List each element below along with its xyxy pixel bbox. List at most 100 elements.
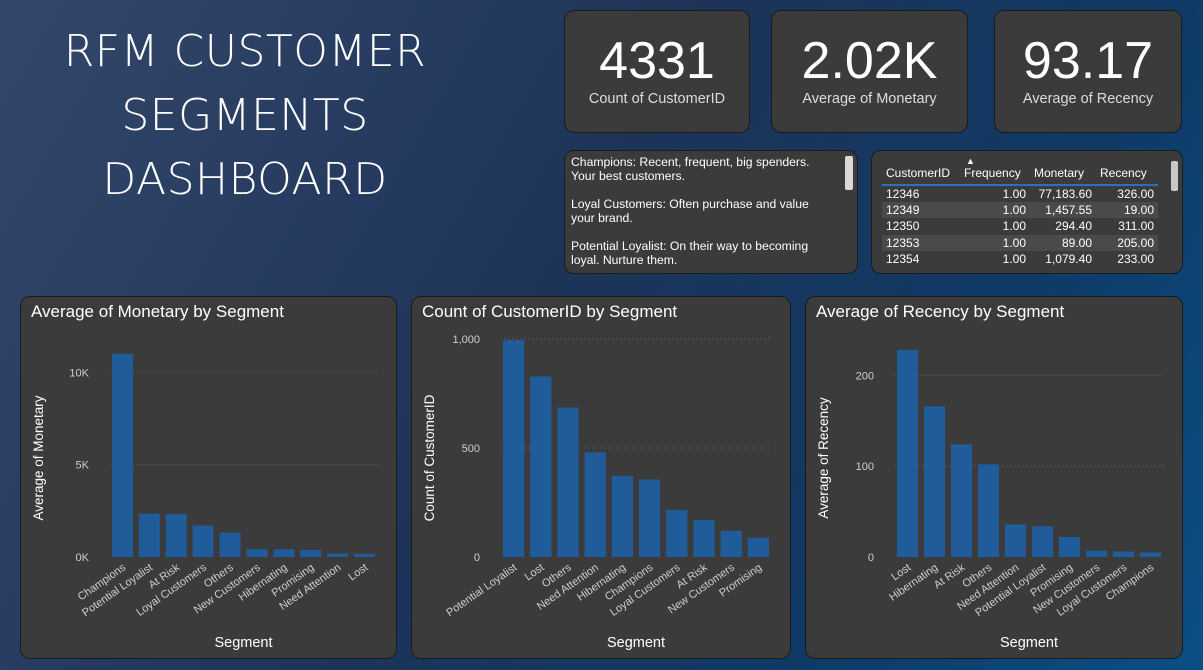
monetary-bar-chart: 0K5K10KChampionsPotential LoyalistAt Ris… [31,353,378,651]
chart-title: Count of CustomerID by Segment [422,302,678,321]
bar-promising[interactable] [1058,537,1081,557]
bar-lost[interactable] [896,349,919,557]
bar-champions[interactable] [111,353,133,557]
bar-promising[interactable] [747,537,770,557]
x-tick-label: Potential Loyalist [444,562,519,620]
cell-frequency: 1.00 [1002,252,1026,267]
chart-title: Average of Monetary by Segment [31,302,284,321]
cell-frequency: 1.00 [1002,186,1026,201]
bar-hibernating[interactable] [923,406,946,557]
bar-new-customers[interactable] [1085,550,1108,557]
bar-champions[interactable] [1139,552,1162,557]
cell-monetary: 77,183.60 [1038,186,1092,201]
column-header-monetary[interactable]: Monetary [1030,161,1096,186]
table-scrollbar[interactable] [1171,161,1178,191]
customer-table: CustomerID ▲ Frequency Monetary Recency 1… [882,156,1158,268]
y-tick-label: 500 [462,443,480,455]
cell-frequency: 1.00 [960,234,1030,251]
column-header-customerid[interactable]: CustomerID [882,161,960,186]
customer-table-card[interactable]: CustomerID ▲ Frequency Monetary Recency 1… [871,150,1183,274]
cell-monetary: 294.40 [1055,219,1092,234]
chart-card-count[interactable]: Count of CustomerID by Segment 0 500 1,000… [411,296,791,659]
bar-others[interactable] [977,464,1000,557]
chart-card-recency[interactable]: Average of Recency by Segment 0 100 200 Los… [805,296,1183,659]
bar-loyal-customers[interactable] [666,509,688,557]
table-row[interactable]: 12353 1.00 89.00 205.00 [882,234,1158,251]
cell-customerid: 12346 [886,186,920,201]
bar-lost[interactable] [530,376,552,557]
cell-monetary: 1,079.40 [1045,252,1092,267]
description-scrollbar[interactable] [845,156,853,190]
kpi-label: Average of Monetary [802,91,937,107]
y-tick-label: 0 [868,552,874,564]
bar-champions[interactable] [638,479,661,557]
bar-new-customers[interactable] [246,549,268,557]
bar-need-attention[interactable] [327,553,349,557]
recency-bar-chart: 0100200LostHibernatingAt RiskOthersNeed … [816,349,1164,651]
table-header-row: CustomerID ▲ Frequency Monetary Recency [882,156,1158,186]
kpi-card-recency[interactable]: 93.17 Average of Recency [994,10,1182,133]
x-tick-label: At Risk [932,561,968,591]
table-row[interactable]: 12346 1.00 77,183.60 326.00 [882,185,1158,202]
bar-need-attention[interactable] [1004,524,1027,557]
bar-hibernating[interactable] [273,549,295,557]
column-header-recency[interactable]: Recency [1096,161,1158,186]
bar-potential-loyalist[interactable] [502,340,525,557]
chart-card-monetary[interactable]: Average of Monetary by Segment 0K 5K 10K Ch… [20,296,397,659]
y-tick-label: 0K [76,552,90,564]
cell-customerid: 12350 [886,219,920,234]
bar-hibernating[interactable] [611,475,634,557]
column-header-frequency[interactable]: ▲ Frequency [960,156,1030,186]
cell-recency: 233.00 [1117,252,1154,267]
y-tick-label: 100 [856,461,874,473]
bar-potential-loyalist[interactable] [1031,526,1054,557]
bar-new-customers[interactable] [720,530,742,557]
y-tick-label: 200 [856,370,874,382]
column-header-frequency-label: Frequency [964,165,1021,180]
cell-frequency: 1.00 [960,201,1030,218]
description-champions: Champions: Recent, frequent, big spender… [571,155,810,183]
kpi-label: Count of CustomerID [588,91,726,107]
bar-promising[interactable] [300,550,322,557]
bar-at-risk[interactable] [165,513,187,557]
y-axis-title: Count of CustomerID [422,394,437,521]
x-axis-title: Segment [214,635,272,651]
cell-recency: 311.00 [1118,219,1154,234]
description-loyal-customers: Loyal Customers: Often purchase and valu… [571,197,809,225]
bar-at-risk[interactable] [693,519,715,557]
bar-need-attention[interactable] [584,452,606,557]
y-axis-title: Average of Monetary [31,395,46,520]
bar-loyal-customers[interactable] [1112,551,1135,557]
kpi-value: 2.02K [801,32,938,90]
y-axis-title: Average of Recency [816,397,831,519]
kpi-card-count[interactable]: 4331 Count of CustomerID [564,10,750,133]
x-tick-label: Lost [346,562,370,584]
y-tick-label: 10K [69,367,89,379]
bar-at-risk[interactable] [950,444,973,557]
dashboard-title: RFM CUSTOMER SEGMENTS DASHBOARD [63,26,427,205]
bar-lost[interactable] [354,553,376,557]
bar-loyal-customers[interactable] [192,525,214,557]
cell-recency: 326.00 [1117,186,1154,201]
table-row[interactable]: 12350 1.00 294.40 311.00 [882,218,1158,235]
customer-table-wrap: CustomerID ▲ Frequency Monetary Recency 1… [882,156,1164,268]
kpi-value: 4331 [599,32,715,90]
kpi-value: 93.17 [1022,32,1154,90]
count-bar-chart: 05001,000Potential Loyalist LostOthersNee… [422,334,772,651]
bar-others[interactable] [557,407,579,557]
description-text: Champions: Recent, frequent, big spender… [565,151,857,267]
cell-frequency: 1.00 [1002,219,1026,234]
description-potential-loyalist: Potential Loyalist: On their way to beco… [571,239,809,267]
bar-others[interactable] [219,532,241,557]
table-row[interactable]: 12354 1.00 1,079.40 233.00 [882,251,1158,268]
table-row[interactable]: 12349 1.00 1,457.55 19.00 [882,201,1158,218]
sort-ascending-icon: ▲ [966,156,975,166]
y-tick-label: 5K [76,460,90,472]
cell-customerid: 12354 [886,252,920,267]
bar-potential-loyalist[interactable] [138,513,160,557]
x-axis-title: Segment [1000,635,1058,651]
segment-description-box[interactable]: Champions: Recent, frequent, big spender… [564,150,858,274]
y-tick-label: 1,000 [452,334,480,346]
kpi-card-monetary[interactable]: 2.02K Average of Monetary [771,10,968,133]
cell-monetary: 89.00 [1030,234,1096,251]
